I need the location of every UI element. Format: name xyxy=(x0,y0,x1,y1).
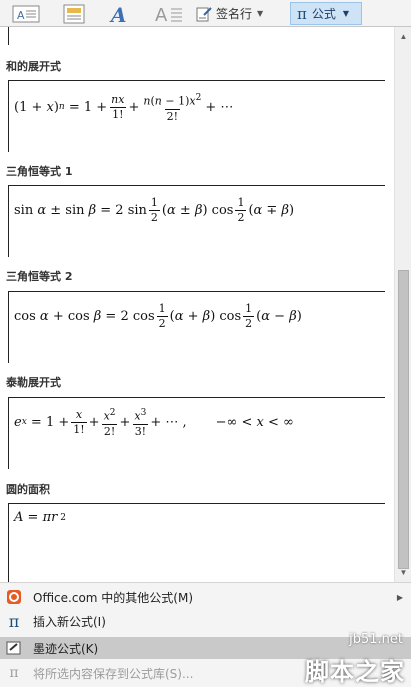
office-logo-icon xyxy=(6,589,22,605)
equation-tile-circle-area[interactable]: A = πr 2 xyxy=(8,503,385,582)
scroll-down-icon[interactable]: ▼ xyxy=(397,566,410,579)
text-box-icon[interactable]: A xyxy=(12,4,40,24)
equation-tile-trig-2[interactable]: cos α + cos β = 2 cos 1 2(α + β) cos 1 2(α… xyxy=(8,291,385,363)
equation-tile-partial[interactable] xyxy=(8,27,385,45)
equation-button-label: 公式 xyxy=(311,7,336,21)
wordart-icon[interactable]: A xyxy=(108,4,132,24)
section-title: 三角恒等式 1 xyxy=(6,165,73,178)
watermark: jb51.net 脚本之家 xyxy=(276,622,411,687)
svg-text:A: A xyxy=(155,5,168,24)
equation-tile-taylor[interactable]: ex = 1 + x 1! + x2 2! + x3 3! + ⋯ , −∞ < x < ∞ xyxy=(8,397,385,469)
scroll-up-icon[interactable]: ▲ xyxy=(397,30,410,43)
menu-item-office-equations[interactable]: Office.com 中的其他公式(M) ▶ xyxy=(0,586,411,608)
equation-gallery: 和的展开式 (1 + x) n = 1 + nx 1! + n(n − 1)x2 2! +… xyxy=(0,27,411,582)
signature-line-label: 签名行 xyxy=(216,7,253,21)
equation-trig-2: cos α + cos β = 2 cos 1 2(α + β) cos 1 2(α… xyxy=(14,302,302,330)
chevron-down-icon: ▼ xyxy=(257,9,264,18)
signature-pen-icon xyxy=(196,6,212,21)
pi-icon: π xyxy=(8,611,20,631)
equation-taylor: ex = 1 + x 1! + x2 2! + x3 3! + ⋯ , −∞ < x < ∞ xyxy=(14,407,294,438)
section-title: 泰勒展开式 xyxy=(6,376,61,389)
save-equation-icon: π xyxy=(9,665,19,681)
scrollbar-thumb[interactable] xyxy=(398,270,409,569)
ribbon-toolbar: A A A 签名行 ▼ π 公式 ▼ xyxy=(0,0,411,27)
svg-text:A: A xyxy=(17,9,25,22)
equation-tile-trig-1[interactable]: sin α ± sin β = 2 sin 1 2(α ± β) cos 1 2(α… xyxy=(8,185,385,257)
ink-pen-icon xyxy=(6,640,22,656)
chevron-down-icon: ▼ xyxy=(342,9,350,18)
equation-button[interactable]: π 公式 ▼ xyxy=(290,2,362,25)
menu-item-label: 插入新公式(I) xyxy=(33,614,106,629)
menu-item-label: 将所选内容保存到公式库(S)... xyxy=(33,666,194,681)
menu-item-label: Office.com 中的其他公式(M) xyxy=(33,590,194,605)
quick-parts-icon[interactable] xyxy=(62,4,86,24)
gallery-scrollbar[interactable]: ▲ ▼ xyxy=(394,27,411,582)
drop-cap-icon[interactable]: A xyxy=(154,4,184,24)
chevron-right-icon: ▶ xyxy=(396,592,403,602)
equation-binomial: (1 + x) n = 1 + nx 1! + n(n − 1)x2 2! + ⋯ xyxy=(14,92,234,123)
svg-text:A: A xyxy=(109,4,127,24)
equation-circle-area: A = πr 2 xyxy=(14,510,66,525)
watermark-site: jb51.net xyxy=(349,632,403,647)
menu-item-label: 墨迹公式(K) xyxy=(33,641,99,656)
signature-line-button[interactable]: 签名行 ▼ xyxy=(196,3,263,24)
equation-trig-1: sin α ± sin β = 2 sin 1 2(α ± β) cos 1 2(α… xyxy=(14,196,295,224)
watermark-name: 脚本之家 xyxy=(305,658,405,686)
section-title: 圆的面积 xyxy=(6,483,50,496)
section-title: 三角恒等式 2 xyxy=(6,270,73,283)
section-title: 和的展开式 xyxy=(6,60,61,73)
equation-tile-binomial[interactable]: (1 + x) n = 1 + nx 1! + n(n − 1)x2 2! + ⋯ xyxy=(8,80,385,152)
pi-icon: π xyxy=(297,4,307,23)
